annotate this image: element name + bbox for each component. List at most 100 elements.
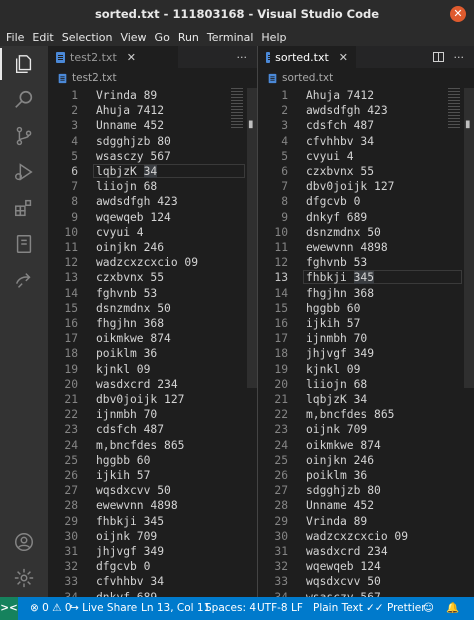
code-line[interactable]: 12 wadzcxzcxcio 09: [48, 255, 257, 270]
menu-terminal[interactable]: Terminal: [207, 31, 254, 44]
code-line[interactable]: 16 fhgjhn 368: [48, 316, 257, 331]
more-actions-icon[interactable]: ···: [237, 51, 248, 64]
code-line[interactable]: 12 fghvnb 53: [258, 255, 474, 270]
code-line[interactable]: 6 czxbvnx 55: [258, 164, 474, 179]
code-line[interactable]: 1 Ahuja 7412: [258, 88, 474, 103]
scrollbar[interactable]: [247, 88, 257, 388]
close-icon[interactable]: ✕: [127, 51, 136, 64]
code-line[interactable]: 28 Unname 452: [258, 498, 474, 513]
code-line[interactable]: 22 m,bncfdes 865: [258, 407, 474, 422]
cursor-position[interactable]: Ln 13, Col 11: [141, 597, 210, 620]
extensions-icon[interactable]: [12, 196, 36, 220]
menu-help[interactable]: Help: [261, 31, 286, 44]
code-line[interactable]: 17 ijnmbh 70: [258, 331, 474, 346]
code-line[interactable]: 11 ewewvnn 4898: [258, 240, 474, 255]
code-line[interactable]: 19 kjnkl 09: [258, 362, 474, 377]
minimap[interactable]: [448, 88, 460, 130]
code-line[interactable]: 8 awdsdfgh 423: [48, 194, 257, 209]
code-line[interactable]: 4 sdgghjzb 80: [48, 134, 257, 149]
live-share-icon[interactable]: [12, 268, 36, 292]
search-icon[interactable]: [12, 88, 36, 112]
code-line[interactable]: 21 dbv0joijk 127: [48, 392, 257, 407]
code-line[interactable]: 9 wqewqeb 124: [48, 210, 257, 225]
live-share-status[interactable]: ↪ Live Share: [70, 597, 137, 620]
code-line[interactable]: 25 hggbb 60: [48, 453, 257, 468]
eol-status[interactable]: LF: [291, 597, 303, 620]
minimap[interactable]: [231, 88, 243, 130]
code-line[interactable]: 34 wsasczy 567: [258, 590, 474, 597]
code-line[interactable]: 19 kjnkl 09: [48, 362, 257, 377]
tab-sorted[interactable]: sorted.txt ✕: [258, 46, 356, 68]
text-editor-left[interactable]: 1 Vrinda 89 2 Ahuja 7412 3 Unname 452 4 sdgghjz…: [48, 88, 257, 597]
prettier-status[interactable]: ✓✓ Prettier: [366, 597, 426, 620]
code-line[interactable]: 20 liiojn 68: [258, 377, 474, 392]
code-line[interactable]: 14 fhgjhn 368: [258, 286, 474, 301]
code-line[interactable]: 24 m,bncfdes 865: [48, 438, 257, 453]
menu-edit[interactable]: Edit: [32, 31, 53, 44]
code-line[interactable]: 27 sdgghjzb 80: [258, 483, 474, 498]
menu-file[interactable]: File: [6, 31, 24, 44]
code-line[interactable]: 3 Unname 452: [48, 118, 257, 133]
code-line[interactable]: 9 dnkyf 689: [258, 210, 474, 225]
source-control-icon[interactable]: [12, 124, 36, 148]
code-line[interactable]: 2 Ahuja 7412: [48, 103, 257, 118]
code-line[interactable]: 33 cfvhhbv 34: [48, 574, 257, 589]
menu-go[interactable]: Go: [155, 31, 170, 44]
code-line[interactable]: 20 wasdxcrd 234: [48, 377, 257, 392]
code-line[interactable]: 5 wsasczy 567: [48, 149, 257, 164]
code-line[interactable]: 4 cfvhhbv 34: [258, 134, 474, 149]
code-line[interactable]: 16 ijkih 57: [258, 316, 474, 331]
code-line[interactable]: 10 cvyui 4: [48, 225, 257, 240]
code-line[interactable]: 26 poiklm 36: [258, 468, 474, 483]
code-line[interactable]: 14 fghvnb 53: [48, 286, 257, 301]
menu-run[interactable]: Run: [178, 31, 199, 44]
problems-status[interactable]: ⊗ 0 ⚠ 0: [30, 597, 72, 620]
code-line[interactable]: 33 wqsdxcvv 50: [258, 574, 474, 589]
code-line[interactable]: 27 wqsdxcvv 50: [48, 483, 257, 498]
code-line[interactable]: 15 hggbb 60: [258, 301, 474, 316]
code-line[interactable]: 26 ijkih 57: [48, 468, 257, 483]
tab-test2[interactable]: test2.txt ✕: [48, 46, 178, 68]
menu-selection[interactable]: Selection: [62, 31, 113, 44]
code-line[interactable]: 31 wasdxcrd 234: [258, 544, 474, 559]
indentation-status[interactable]: Spaces: 4: [205, 597, 256, 620]
breadcrumb-file[interactable]: sorted.txt: [282, 72, 333, 84]
code-line[interactable]: 29 Vrinda 89: [258, 514, 474, 529]
code-line[interactable]: 21 lqbjzK 34: [258, 392, 474, 407]
text-editor-right[interactable]: 1 Ahuja 7412 2 awdsdfgh 423 3 cdsfch 487 4 cfvh…: [258, 88, 474, 597]
explorer-icon[interactable]: [0, 48, 36, 80]
code-line[interactable]: 25 oinjkn 246: [258, 453, 474, 468]
run-debug-icon[interactable]: [12, 160, 36, 184]
code-line[interactable]: 1 Vrinda 89: [48, 88, 257, 103]
window-close-button[interactable]: ✕: [450, 6, 466, 22]
code-line[interactable]: 11 oinjkn 246: [48, 240, 257, 255]
code-line[interactable]: 23 oijnk 709: [258, 422, 474, 437]
language-mode[interactable]: Plain Text: [313, 597, 363, 620]
close-icon[interactable]: ✕: [339, 51, 348, 64]
code-line[interactable]: 30 wadzcxzcxcio 09: [258, 529, 474, 544]
encoding-status[interactable]: UTF-8: [257, 597, 288, 620]
code-line[interactable]: 10 dsnzmdnx 50: [258, 225, 474, 240]
settings-gear-icon[interactable]: [12, 566, 36, 590]
code-line[interactable]: 18 poiklm 36: [48, 346, 257, 361]
code-line[interactable]: 31 jhjvgf 349: [48, 544, 257, 559]
accounts-icon[interactable]: [12, 530, 36, 554]
code-line[interactable]: 5 cvyui 4: [258, 149, 474, 164]
code-line[interactable]: 30 oijnk 709: [48, 529, 257, 544]
code-line[interactable]: 2 awdsdfgh 423: [258, 103, 474, 118]
feedback-icon[interactable]: ☺: [423, 597, 434, 620]
code-line[interactable]: 18 jhjvgf 349: [258, 346, 474, 361]
code-line[interactable]: 13 fhbkji 345: [258, 270, 474, 285]
remote-indicator[interactable]: ><: [0, 597, 18, 620]
more-actions-icon[interactable]: ···: [454, 51, 465, 64]
code-line[interactable]: 32 dfgcvb 0: [48, 559, 257, 574]
scrollbar[interactable]: [464, 88, 474, 388]
code-line[interactable]: 29 fhbkji 345: [48, 514, 257, 529]
code-line[interactable]: 22 ijnmbh 70: [48, 407, 257, 422]
breadcrumb-file[interactable]: test2.txt: [72, 72, 117, 84]
remote-explorer-icon[interactable]: [12, 232, 36, 256]
notifications-bell-icon[interactable]: 🔔: [446, 597, 459, 620]
code-line[interactable]: 15 dsnzmdnx 50: [48, 301, 257, 316]
code-line[interactable]: 6 lqbjzK 34: [48, 164, 257, 179]
code-line[interactable]: 7 liiojn 68: [48, 179, 257, 194]
